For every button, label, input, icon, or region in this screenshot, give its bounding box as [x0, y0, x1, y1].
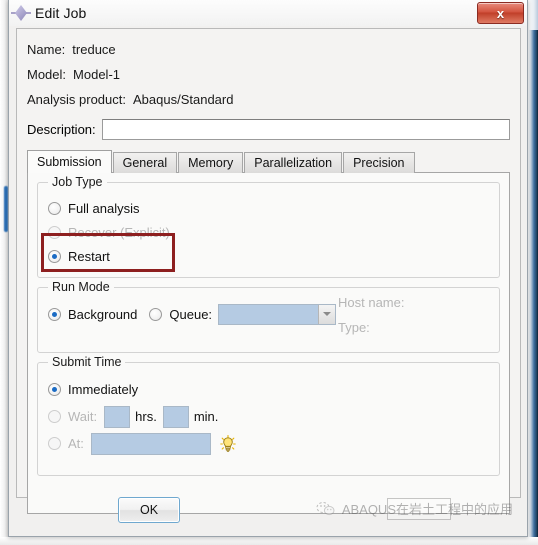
radio-wait-label: Wait: — [68, 409, 98, 424]
wait-hours-unit: hrs. — [135, 409, 157, 424]
submission-tab-panel: Job Type Full analysis Recover (Explicit… — [27, 172, 510, 514]
watermark-ghost-box — [387, 498, 451, 520]
radio-background-label: Background — [68, 306, 138, 322]
run-mode-legend: Run Mode — [48, 280, 114, 294]
model-row: Model: Model-1 — [27, 62, 510, 87]
dialog-footer: OK ABAQUS在岩土工程中的应用 — [16, 494, 521, 528]
radio-wait: Wait: hrs. min. — [48, 403, 489, 430]
radio-restart-label: Restart — [68, 248, 110, 264]
radio-recover-explicit-label: Recover (Explicit) — [68, 224, 170, 240]
dialog-content: Name: treduce Model: Model-1 Analysis pr… — [16, 28, 521, 514]
submit-time-group: Submit Time Immediately Wait: hrs. min. — [37, 355, 500, 476]
description-label: Description: — [27, 121, 96, 137]
job-type-legend: Job Type — [48, 175, 107, 189]
radio-at-label: At: — [68, 436, 84, 451]
tab-general[interactable]: General — [112, 152, 178, 173]
analysis-product-label: Analysis product: — [27, 92, 126, 107]
model-value: Model-1 — [73, 67, 120, 82]
run-mode-group: Run Mode Background Queue: Host name: Ty… — [37, 280, 500, 353]
radio-background-indicator[interactable] — [48, 307, 61, 321]
radio-immediately[interactable]: Immediately — [48, 376, 489, 403]
run-mode-row: Background Queue: Host name: Type: — [48, 295, 489, 335]
dialog-titlebar[interactable]: Edit Job x — [9, 0, 527, 26]
ok-button[interactable]: OK — [118, 497, 180, 523]
tab-bar: Submission General Memory Parallelizatio… — [27, 150, 510, 173]
radio-queue-label: Queue: — [169, 306, 213, 322]
dialog-title: Edit Job — [35, 5, 87, 21]
close-icon: x — [496, 5, 505, 21]
wait-minutes-input — [162, 405, 189, 428]
wait-hours-input — [104, 405, 131, 428]
background-bottom-edge — [0, 537, 538, 545]
chevron-down-icon[interactable] — [318, 304, 336, 324]
submit-time-legend: Submit Time — [48, 355, 126, 369]
watermark: ABAQUS在岩土工程中的应用 — [316, 499, 513, 518]
description-row: Description: — [27, 114, 510, 144]
tab-precision[interactable]: Precision — [343, 152, 415, 173]
host-info-block: Host name: Type: — [338, 290, 404, 340]
radio-queue-indicator[interactable] — [149, 307, 163, 321]
model-label: Model: — [27, 67, 67, 82]
wechat-icon — [316, 501, 336, 517]
radio-restart-indicator[interactable] — [48, 249, 61, 263]
analysis-product-row: Analysis product: Abaqus/Standard — [27, 87, 510, 112]
tab-submission[interactable]: Submission — [27, 150, 112, 173]
radio-wait-indicator — [48, 410, 61, 423]
queue-dropdown[interactable] — [218, 303, 337, 325]
radio-immediately-indicator[interactable] — [48, 383, 61, 396]
radio-full-analysis-indicator[interactable] — [48, 201, 61, 215]
background-right-edge — [528, 0, 538, 545]
host-type-label: Type: — [338, 320, 370, 335]
radio-restart[interactable]: Restart — [48, 244, 489, 268]
edit-job-dialog: Edit Job x Name: treduce Model: Model-1 … — [8, 0, 528, 537]
radio-recover-explicit: Recover (Explicit) — [48, 220, 489, 244]
radio-at-indicator — [48, 437, 61, 450]
background-right-top — [528, 0, 538, 30]
lightbulb-icon[interactable] — [220, 434, 236, 453]
job-type-group: Job Type Full analysis Recover (Explicit… — [37, 175, 500, 278]
tab-parallelization[interactable]: Parallelization — [244, 152, 343, 173]
job-name-value: treduce — [72, 42, 116, 57]
radio-full-analysis-label: Full analysis — [68, 200, 140, 216]
radio-immediately-label: Immediately — [68, 382, 139, 397]
tab-memory[interactable]: Memory — [178, 152, 244, 173]
close-button[interactable]: x — [477, 2, 524, 24]
radio-full-analysis[interactable]: Full analysis — [48, 196, 489, 220]
analysis-product-value: Abaqus/Standard — [133, 92, 234, 107]
abaqus-diamond-icon — [11, 3, 31, 23]
wait-minutes-unit: min. — [193, 409, 219, 424]
description-input[interactable] — [101, 118, 510, 140]
watermark-text: ABAQUS在岩土工程中的应用 — [341, 502, 513, 517]
job-name-row: Name: treduce — [27, 37, 510, 62]
at-time-input — [90, 432, 211, 455]
radio-recover-explicit-indicator — [48, 225, 61, 239]
job-name-label: Name: — [27, 42, 66, 57]
host-name-label: Host name: — [338, 295, 405, 310]
radio-at: At: — [48, 430, 489, 457]
